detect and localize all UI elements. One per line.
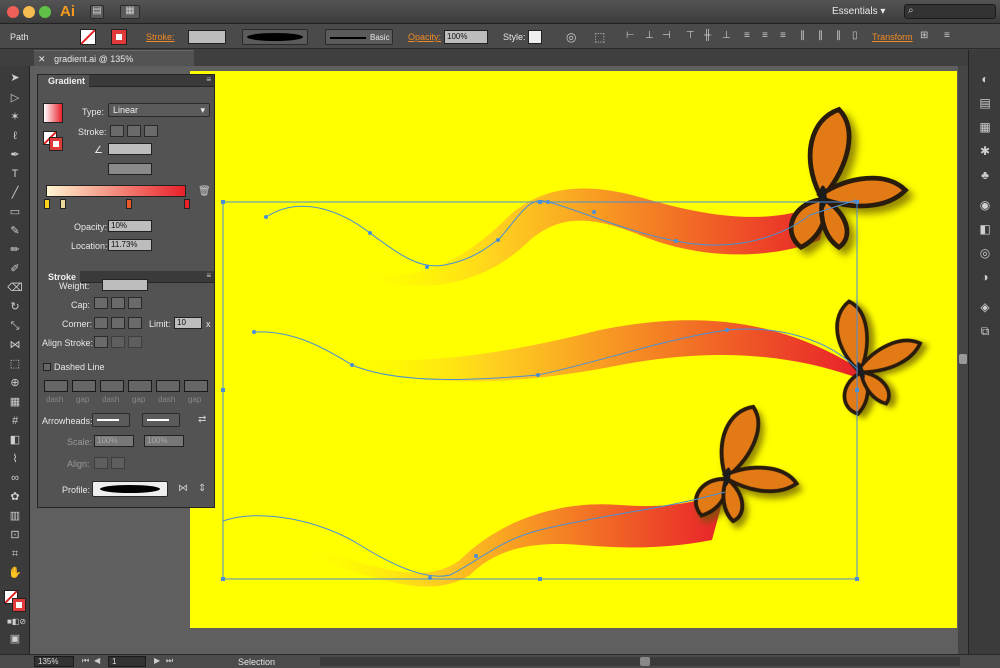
cap-label: Cap: (71, 300, 91, 310)
location-label: Location: (71, 241, 108, 251)
start-scale-field[interactable]: 100% (94, 435, 134, 447)
limit-unit: x (206, 319, 211, 329)
dash-label-2: dash (102, 395, 120, 404)
dashed-line-checkbox[interactable] (43, 363, 51, 371)
gradient-slider[interactable] (46, 185, 186, 197)
dashed-line-label: Dashed Line (54, 362, 105, 372)
right-panel-dock: ◐ ▤ ▦ ✱ ♣ ◉ ◧ ◎ ◑ ◈ ⧉ (968, 50, 1000, 654)
panel-menu-icon[interactable]: ≡ (206, 76, 211, 84)
gradient-stop-3[interactable] (126, 199, 132, 209)
limit-field[interactable]: 10 (174, 317, 202, 329)
gradient-type-dropdown[interactable]: Linear ▾ (108, 103, 210, 117)
gap-label-3: gap (188, 395, 202, 404)
gradient-stroke-panel: Gradient ≡ Type: Linear ▾ Stroke: ∠ 🗑 Opa… (37, 74, 215, 508)
end-scale-field[interactable]: 100% (144, 435, 184, 447)
gradient-panel-icon[interactable]: ◧ (977, 222, 993, 238)
stroke-along-button[interactable] (127, 125, 141, 137)
appearance-panel-icon[interactable]: ◑ (977, 270, 993, 286)
align-inside-stroke-button[interactable] (111, 336, 125, 348)
stroke-panel-icon[interactable]: ◉ (977, 198, 993, 214)
artboards-panel-icon[interactable]: ⧉ (977, 324, 993, 340)
color-panel-icon[interactable]: ◐ (977, 72, 993, 88)
butt-cap-button[interactable] (94, 297, 108, 309)
arrowheads-label: Arrowheads: (42, 416, 93, 426)
stroke-panel-menu-icon[interactable]: ≡ (206, 272, 211, 280)
gradient-stop-2[interactable] (60, 199, 66, 209)
weight-label: Weight: (59, 281, 90, 291)
butterfly-top[interactable] (791, 109, 905, 247)
gradient-location-field[interactable]: 11.73% (108, 239, 152, 251)
angle-icon: ∠ (94, 145, 103, 156)
round-join-button[interactable] (111, 317, 125, 329)
align-arrow-label: Align: (67, 459, 90, 469)
current-tool-status: Selection (238, 657, 276, 667)
dash-label-1: dash (46, 395, 64, 404)
horizontal-scroll-thumb[interactable] (640, 657, 650, 666)
gradient-stroke-label: Stroke: (78, 127, 107, 137)
end-arrowhead-dropdown[interactable] (142, 413, 180, 427)
profile-label: Profile: (62, 485, 91, 495)
gap-label-2: gap (132, 395, 146, 404)
arrow-tip-beyond-button[interactable] (94, 457, 108, 469)
stroke-across-button[interactable] (144, 125, 158, 137)
dash-label-3: dash (158, 395, 176, 404)
align-stroke-label: Align Stroke: (42, 338, 94, 348)
stroke-within-button[interactable] (110, 125, 124, 137)
gradient-opacity-field[interactable]: 10% (108, 220, 152, 232)
horizontal-scrollbar[interactable] (320, 657, 960, 666)
ribbon-middle[interactable] (330, 320, 858, 382)
gradient-type-value: Linear (113, 105, 139, 115)
corner-label: Corner: (62, 319, 93, 329)
layers-panel-icon[interactable]: ◈ (977, 300, 993, 316)
start-arrowhead-dropdown[interactable] (92, 413, 130, 427)
scale-label: Scale: (67, 437, 93, 447)
previous-artboard-icon[interactable]: ◀ (94, 657, 100, 665)
dash-fields[interactable] (44, 380, 208, 392)
vertical-scroll-thumb[interactable] (959, 354, 967, 364)
transparency-panel-icon[interactable]: ◎ (977, 246, 993, 262)
miter-join-button[interactable] (94, 317, 108, 329)
limit-label: Limit: (149, 319, 171, 329)
type-label: Type: (82, 107, 105, 117)
swap-arrowheads-icon[interactable]: ⇄ (198, 415, 206, 425)
brushes-panel-icon[interactable]: ✱ (977, 144, 993, 160)
flip-across-icon[interactable]: ⇕ (198, 484, 206, 494)
gradient-stop-1[interactable] (44, 199, 50, 209)
gradient-stroke-box[interactable] (49, 137, 63, 151)
projecting-cap-button[interactable] (128, 297, 142, 309)
gradient-stop-4[interactable] (184, 199, 190, 209)
weight-field[interactable] (102, 279, 148, 291)
angle-field[interactable] (108, 143, 152, 155)
next-artboard-icon[interactable]: ▶ (154, 657, 160, 665)
gradient-preview-swatch[interactable] (43, 103, 63, 123)
opacity-label: Opacity: (74, 222, 108, 232)
gradient-panel-header: Gradient ≡ (38, 75, 214, 87)
swatches-panel-icon[interactable]: ▦ (977, 120, 993, 136)
first-artboard-icon[interactable]: ⏮ (82, 657, 89, 665)
bevel-join-button[interactable] (128, 317, 142, 329)
gradient-panel-tab[interactable]: Gradient (38, 75, 90, 87)
round-cap-button[interactable] (111, 297, 125, 309)
align-outside-stroke-button[interactable] (128, 336, 142, 348)
stroke-profile-dropdown[interactable] (92, 481, 168, 497)
gap-label-1: gap (76, 395, 90, 404)
aspect-ratio-field[interactable] (108, 163, 152, 175)
symbols-panel-icon[interactable]: ♣ (977, 168, 993, 184)
arrow-tip-at-end-button[interactable] (111, 457, 125, 469)
flip-along-icon[interactable]: ⋈ (178, 484, 188, 494)
status-bar: 135% ⏮ ◀ 1 ▶ ⏭ Selection (0, 654, 1000, 668)
ribbon-top[interactable] (350, 188, 830, 287)
vertical-scrollbar[interactable] (958, 66, 968, 654)
delete-stop-icon[interactable]: 🗑 (198, 187, 211, 197)
zoom-level-field[interactable]: 135% (34, 656, 74, 667)
color-guide-icon[interactable]: ▤ (977, 96, 993, 112)
last-artboard-icon[interactable]: ⏭ (166, 657, 173, 665)
align-center-stroke-button[interactable] (94, 336, 108, 348)
butterfly-bottom[interactable] (693, 400, 808, 531)
artboard-number-field[interactable]: 1 (108, 656, 146, 667)
